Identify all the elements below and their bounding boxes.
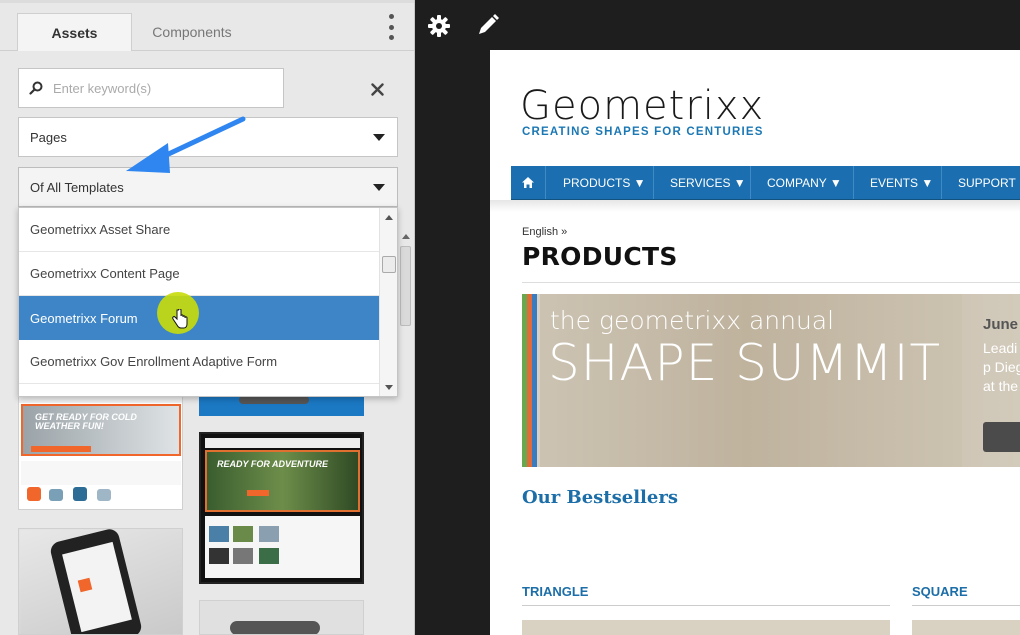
panel-scrollbar[interactable]	[397, 228, 414, 338]
page-thumbnail[interactable]	[18, 528, 183, 635]
site-logo[interactable]: Geometrixx	[520, 84, 764, 128]
logo-tagline: CREATING SHAPES FOR CENTURIES	[522, 126, 764, 138]
banner-subtitle: the geometrixx annual	[550, 306, 835, 335]
scroll-up-icon[interactable]	[402, 234, 410, 239]
tab-assets[interactable]: Assets	[17, 13, 132, 51]
pencil-icon[interactable]	[476, 13, 500, 37]
scrollbar-thumb[interactable]	[400, 246, 411, 326]
page-title: PRODUCTS	[522, 242, 678, 271]
breadcrumb[interactable]: English »	[522, 226, 567, 238]
dropdown-scrollbar[interactable]	[379, 208, 397, 396]
gear-icon[interactable]	[427, 14, 451, 38]
page-thumbnail[interactable]	[199, 600, 364, 635]
tab-components[interactable]: Components	[132, 13, 252, 51]
banner-button[interactable]	[983, 422, 1020, 452]
product-image[interactable]	[522, 620, 890, 635]
search-field[interactable]	[18, 68, 284, 108]
side-panel: Assets Components Pages Of All Templates…	[0, 0, 415, 635]
nav-item-company[interactable]: COMPANY ▼	[767, 166, 842, 199]
dropdown-option[interactable]: Geometrixx Asset Share	[19, 208, 380, 252]
nav-item-support[interactable]: SUPPORT ▼	[958, 166, 1020, 199]
divider	[522, 605, 890, 606]
annotation-arrow-icon	[126, 116, 246, 173]
hand-cursor-icon	[172, 309, 188, 329]
page-thumbnail[interactable]: READY FOR ADVENTURE	[199, 432, 364, 584]
close-icon[interactable]	[366, 78, 388, 100]
scrollbar-thumb[interactable]	[382, 256, 396, 273]
section-heading-bestsellers: Our Bestsellers	[522, 487, 678, 508]
banner-date: June	[983, 316, 1019, 333]
home-icon[interactable]	[511, 166, 545, 199]
hero-banner[interactable]: the geometrixx annual SHAPE SUMMIT June …	[522, 294, 1020, 467]
scroll-down-icon[interactable]	[385, 385, 393, 390]
nav-shadow	[490, 200, 1020, 212]
more-options-icon[interactable]	[384, 14, 398, 40]
caret-down-icon	[373, 134, 385, 141]
dropdown-option[interactable]: Geometrixx Gov Enrollment Adaptive Form	[19, 340, 380, 384]
nav-item-products[interactable]: PRODUCTS ▼	[563, 166, 646, 199]
editor-canvas-margin	[415, 50, 490, 635]
banner-description: Leadi will p Diego at the	[983, 340, 1020, 394]
product-category-triangle[interactable]: TRIANGLE	[522, 584, 588, 599]
template-dropdown-list[interactable]: Geometrixx Asset Share Geometrixx Conten…	[18, 207, 398, 397]
dropdown-option[interactable]: Geometrixx Content Page	[19, 252, 380, 296]
nav-item-services[interactable]: SERVICES ▼	[670, 166, 746, 199]
dropdown-option-highlighted[interactable]: Geometrixx Forum	[19, 296, 380, 340]
divider	[912, 605, 1020, 606]
template-filter-value: Of All Templates	[30, 179, 124, 195]
editor-toolbar	[415, 0, 1020, 50]
caret-down-icon	[373, 184, 385, 191]
top-navigation: PRODUCTS ▼ SERVICES ▼ COMPANY ▼ EVENTS ▼…	[511, 166, 1020, 202]
divider	[522, 282, 1020, 283]
product-image[interactable]	[912, 620, 1020, 635]
scroll-up-icon[interactable]	[385, 215, 393, 220]
asset-type-value: Pages	[30, 129, 67, 145]
search-input[interactable]	[51, 79, 271, 97]
banner-title: SHAPE SUMMIT	[548, 334, 942, 392]
page-preview: Geometrixx CREATING SHAPES FOR CENTURIES…	[490, 50, 1020, 635]
thumbnail-headline: READY FOR ADVENTURE	[217, 459, 329, 469]
thumbnail-headline: GET READY FOR COLD WEATHER FUN!	[35, 412, 137, 431]
product-category-square[interactable]: SQUARE	[912, 584, 968, 599]
page-thumbnail[interactable]: GET READY FOR COLD WEATHER FUN!	[18, 392, 183, 510]
search-icon	[29, 81, 43, 95]
panel-top-strip	[0, 0, 414, 3]
nav-item-events[interactable]: EVENTS ▼	[870, 166, 933, 199]
